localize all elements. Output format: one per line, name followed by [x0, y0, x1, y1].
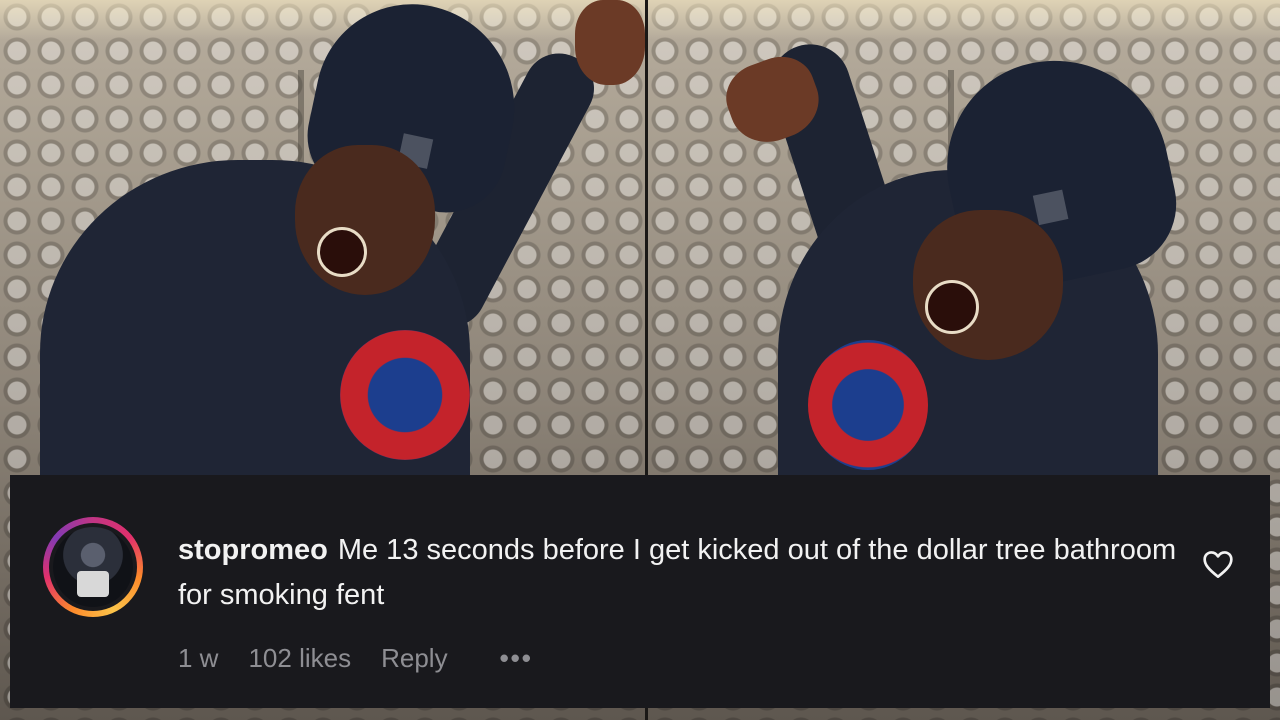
like-button[interactable] [1198, 544, 1238, 584]
face [913, 210, 1063, 360]
reply-button[interactable]: Reply [381, 643, 447, 674]
hand [575, 0, 645, 85]
avatar-photo [53, 527, 133, 607]
comment-username[interactable]: stopromeo [178, 534, 328, 566]
beanie-patch [1032, 189, 1069, 226]
ceiling-light [648, 0, 1280, 40]
avatar-shirt-graphic [77, 571, 109, 597]
comment-likes[interactable]: 102 likes [248, 643, 351, 674]
avatar-border [49, 523, 137, 611]
heart-outline-icon [1203, 551, 1233, 579]
face [295, 145, 435, 295]
ceiling-light [0, 0, 645, 40]
comment-meta: 1 w 102 likes Reply ••• [178, 638, 533, 678]
mouth [317, 227, 367, 277]
avatar[interactable] [43, 517, 143, 617]
shirt-logo [340, 330, 470, 460]
comment-body: stopromeo Me 13 seconds before I get kick… [178, 528, 1178, 618]
shirt-logo [808, 340, 928, 470]
mouth [925, 280, 979, 334]
comment-age: 1 w [178, 642, 219, 673]
ellipsis-icon[interactable]: ••• [500, 643, 533, 674]
